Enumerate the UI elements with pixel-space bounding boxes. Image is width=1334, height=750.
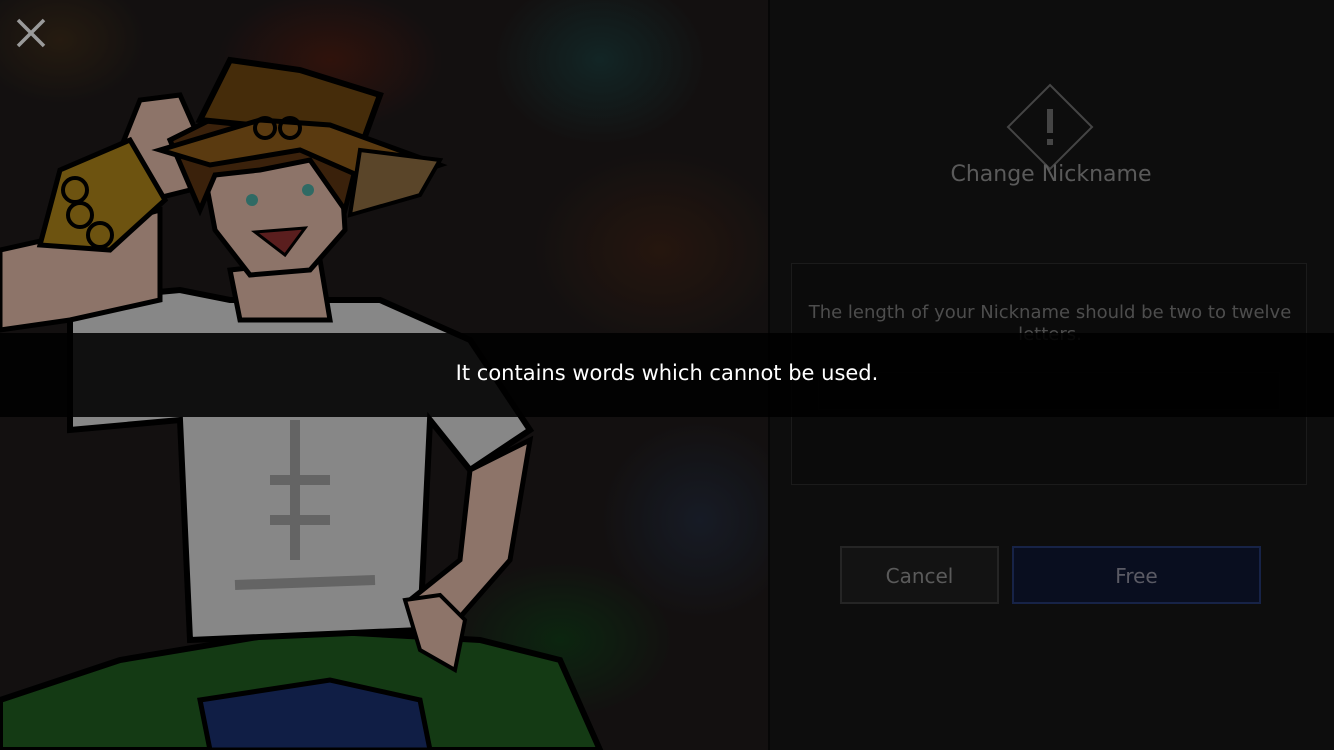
screen: Change Nickname The length of your Nickn… bbox=[0, 0, 1334, 750]
cancel-button[interactable]: Cancel bbox=[840, 546, 999, 604]
free-confirm-button[interactable]: Free bbox=[1012, 546, 1261, 604]
dialog-title: Change Nickname bbox=[950, 162, 1152, 187]
toast-message: It contains words which cannot be used. bbox=[455, 361, 879, 385]
alert-diamond-icon bbox=[1006, 83, 1094, 171]
toast-banner: It contains words which cannot be used. bbox=[0, 333, 1334, 417]
close-icon[interactable] bbox=[14, 16, 48, 50]
